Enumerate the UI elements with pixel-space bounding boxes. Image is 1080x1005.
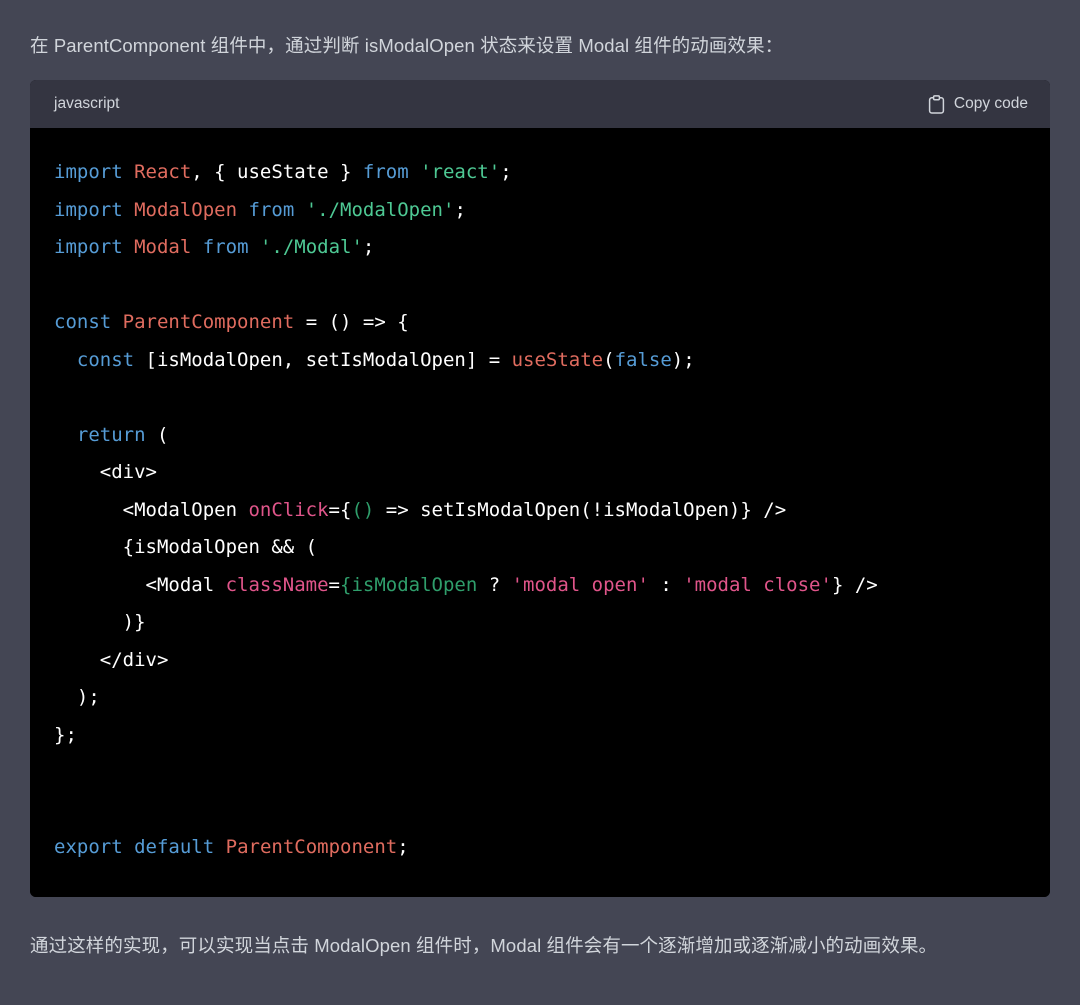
- code-token: )}: [54, 611, 146, 633]
- code-token: </div>: [54, 648, 169, 671]
- code-token: useState: [511, 348, 604, 371]
- outro-paragraph: 通过这样的实现，可以实现当点击 ModalOpen 组件时，Modal 组件会有…: [30, 934, 938, 956]
- code-token: from: [248, 198, 295, 221]
- code-token: ;: [362, 236, 375, 258]
- code-content: import React, { useState } from 'react';…: [30, 154, 1050, 867]
- code-token: ParentComponent: [122, 311, 295, 333]
- code-token: ?: [477, 573, 512, 596]
- code-token: 'react': [420, 161, 501, 183]
- code-token: ModalOpen: [134, 198, 238, 221]
- code-token: from: [202, 236, 249, 258]
- code-token: 'modal close': [683, 573, 832, 596]
- code-block-body: import React, { useState } from 'react';…: [30, 128, 1050, 897]
- code-block-header: javascript Copy code: [30, 80, 1050, 128]
- code-token: <Modal: [54, 573, 226, 596]
- code-token: onClick: [248, 498, 329, 521]
- code-token: (: [603, 348, 615, 371]
- code-token: ;: [397, 836, 409, 858]
- code-token: className: [225, 573, 329, 596]
- code-token: return: [76, 423, 146, 446]
- code-token: const: [54, 311, 112, 333]
- code-token: export: [54, 836, 123, 858]
- code-token: React: [134, 161, 192, 183]
- code-block: javascript Copy code import React, { use…: [30, 80, 1050, 897]
- copy-code-button[interactable]: Copy code: [922, 91, 1034, 118]
- code-token: (): [351, 498, 375, 521]
- code-token: ={: [328, 498, 352, 521]
- code-token: './ModalOpen': [305, 198, 455, 221]
- code-token: );: [54, 686, 100, 708]
- code-token: {isModalOpen && (: [54, 536, 318, 558]
- code-token: 'modal open': [511, 573, 649, 596]
- intro-paragraph: 在 ParentComponent 组件中，通过判断 isModalOpen 状…: [30, 34, 784, 56]
- code-token: import: [54, 161, 123, 183]
- copy-code-label: Copy code: [953, 95, 1028, 112]
- code-token: {isModalOpen: [340, 573, 478, 596]
- code-token: = () => {: [294, 311, 409, 333]
- code-token: from: [362, 161, 409, 183]
- code-token: , { useState }: [191, 161, 363, 183]
- code-token: =: [328, 573, 340, 596]
- code-token: } />: [831, 573, 878, 596]
- code-token: (: [145, 423, 169, 446]
- code-language-label: javascript: [54, 95, 120, 112]
- code-token: const: [76, 348, 135, 371]
- code-token: [isModalOpen, setIsModalOpen] =: [134, 348, 512, 371]
- code-token: './Modal': [259, 236, 363, 258]
- code-token: => setIsModalOpen(!isModalOpen)} />: [374, 498, 787, 521]
- code-token: import: [54, 198, 123, 221]
- code-token: import: [54, 236, 123, 258]
- code-token: ParentComponent: [225, 836, 398, 858]
- code-token: Modal: [134, 236, 192, 258]
- code-token: };: [54, 723, 77, 746]
- message-container: 在 ParentComponent 组件中，通过判断 isModalOpen 状…: [0, 0, 1080, 1005]
- code-token: );: [671, 348, 695, 371]
- code-token: :: [648, 573, 684, 596]
- code-token: <div>: [54, 461, 157, 483]
- code-token: <ModalOpen: [54, 498, 249, 521]
- clipboard-icon: [928, 94, 945, 114]
- code-lines: import React, { useState } from 'react';…: [54, 161, 878, 858]
- code-token: ;: [454, 198, 466, 221]
- code-token: false: [614, 348, 672, 371]
- code-token: default: [134, 836, 215, 858]
- code-token: ;: [500, 161, 512, 183]
